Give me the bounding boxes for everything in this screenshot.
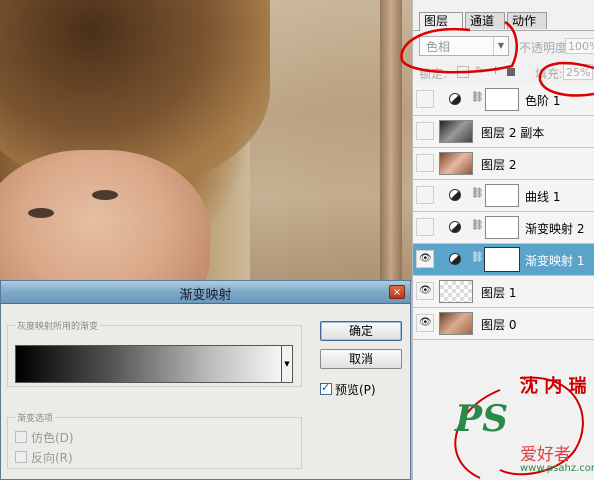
- photo-eye-left: [28, 208, 54, 218]
- layer-thumbnail[interactable]: [439, 312, 473, 335]
- gradient-dropdown-arrow[interactable]: ▼: [281, 345, 293, 383]
- layer-row-gradient-map-2[interactable]: ⛓ 渐变映射 2: [413, 212, 594, 244]
- layer-mask-thumbnail[interactable]: [485, 88, 519, 111]
- watermark-site-name: 爱好者: [520, 445, 571, 465]
- layer-thumbnail[interactable]: [439, 280, 473, 303]
- lock-move-icon[interactable]: ✛: [491, 64, 501, 77]
- opacity-field[interactable]: 100%: [565, 38, 594, 54]
- eye-icon: 👁: [419, 285, 432, 296]
- watermark-logo: PS: [455, 398, 509, 440]
- blend-mode-select[interactable]: 色相 ▼: [419, 36, 509, 56]
- gradient-group-label: 灰度映射所用的渐变: [15, 319, 101, 332]
- layer-name: 图层 2 副本: [481, 126, 545, 140]
- visibility-toggle[interactable]: [416, 218, 434, 236]
- visibility-toggle[interactable]: [416, 122, 434, 140]
- ok-button[interactable]: 确定: [320, 321, 402, 341]
- layer-row-gradient-map-1[interactable]: 👁 ⛓ 渐变映射 1: [413, 244, 594, 276]
- options-group-label: 渐变选项: [15, 411, 56, 424]
- dialog-title: 渐变映射: [179, 288, 232, 303]
- preview-checkbox[interactable]: [320, 381, 332, 395]
- eye-icon: 👁: [419, 317, 432, 328]
- chevron-down-icon: ▼: [493, 37, 508, 55]
- layer-row-layer-1[interactable]: 👁 图层 1: [413, 276, 594, 308]
- layer-name: 渐变映射 1: [525, 254, 585, 268]
- signature-stamp: 沈 内 瑞: [520, 376, 587, 397]
- tab-actions[interactable]: 动作: [507, 12, 547, 29]
- lock-transparent-icon[interactable]: [457, 66, 469, 78]
- preview-label: 预览(P): [335, 383, 376, 397]
- layers-list: ⛓ 色阶 1 图层 2 副本 图层 2 ⛓ 曲线 1 ⛓ 渐变映射 2 👁 ⛓ …: [413, 84, 594, 340]
- layer-name: 图层 0: [481, 318, 517, 332]
- layer-name: 图层 2: [481, 158, 517, 172]
- adjustment-layer-icon: [449, 253, 461, 265]
- tab-channels[interactable]: 通道: [465, 12, 505, 29]
- layer-row-layer-2-copy[interactable]: 图层 2 副本: [413, 116, 594, 148]
- eye-icon: 👁: [419, 253, 432, 264]
- photo-background-pole: [380, 0, 402, 282]
- gradient-preview[interactable]: [15, 345, 293, 383]
- dither-checkbox[interactable]: [15, 431, 27, 443]
- tab-layers[interactable]: 图层×: [419, 12, 463, 45]
- layer-row-curves-1[interactable]: ⛓ 曲线 1: [413, 180, 594, 212]
- lock-all-icon[interactable]: [507, 68, 515, 76]
- opacity-label: 不透明度:: [519, 41, 572, 55]
- adjustment-layer-icon: [449, 189, 461, 201]
- gradient-map-dialog: 渐变映射 × 灰度映射所用的渐变 ▼ 渐变选项 仿色(D) 反向(R) 确定 取…: [0, 280, 411, 480]
- lock-row: 锁定: ✎ ✛ 填充: 25%: [413, 62, 594, 85]
- link-icon: ⛓: [471, 220, 484, 231]
- visibility-toggle[interactable]: [416, 186, 434, 204]
- reverse-checkbox[interactable]: [15, 451, 27, 463]
- panel-tabs: 图层× 通道 动作: [413, 8, 594, 45]
- layer-name: 渐变映射 2: [525, 222, 585, 236]
- layer-name: 色阶 1: [525, 94, 561, 108]
- cancel-button[interactable]: 取消: [320, 349, 402, 369]
- adjustment-layer-icon: [449, 93, 461, 105]
- visibility-toggle[interactable]: [416, 154, 434, 172]
- layer-thumbnail[interactable]: [439, 152, 473, 175]
- layer-thumbnail[interactable]: [439, 120, 473, 143]
- link-icon: ⛓: [471, 188, 484, 199]
- adjustment-layer-icon: [449, 221, 461, 233]
- reverse-label: 反向(R): [31, 451, 73, 465]
- lock-label: 锁定:: [419, 67, 448, 81]
- layer-mask-thumbnail[interactable]: [485, 216, 519, 239]
- layer-mask-thumbnail[interactable]: [484, 247, 520, 272]
- visibility-toggle[interactable]: 👁: [416, 250, 434, 268]
- dialog-titlebar[interactable]: 渐变映射 ×: [1, 281, 410, 304]
- close-icon[interactable]: ×: [389, 285, 405, 299]
- layer-row-layer-0[interactable]: 👁 图层 0: [413, 308, 594, 340]
- visibility-toggle[interactable]: [416, 90, 434, 108]
- dither-label: 仿色(D): [31, 431, 74, 445]
- link-icon: ⛓: [471, 92, 484, 103]
- layer-name: 图层 1: [481, 286, 517, 300]
- fill-label: 填充:: [535, 67, 564, 81]
- layer-row-layer-2[interactable]: 图层 2: [413, 148, 594, 180]
- layer-mask-thumbnail[interactable]: [485, 184, 519, 207]
- link-icon: ⛓: [471, 252, 484, 263]
- layer-name: 曲线 1: [525, 190, 561, 204]
- lock-brush-icon[interactable]: ✎: [475, 64, 485, 77]
- visibility-toggle[interactable]: 👁: [416, 282, 434, 300]
- visibility-toggle[interactable]: 👁: [416, 314, 434, 332]
- blend-row: 色相 ▼ 不透明度: 100%: [417, 36, 594, 58]
- layer-row-levels-1[interactable]: ⛓ 色阶 1: [413, 84, 594, 116]
- watermark-url: www.psahz.com: [520, 463, 594, 474]
- fill-field[interactable]: 25%: [563, 64, 593, 80]
- photo-canvas[interactable]: [0, 0, 412, 282]
- photo-eye-right: [92, 190, 118, 200]
